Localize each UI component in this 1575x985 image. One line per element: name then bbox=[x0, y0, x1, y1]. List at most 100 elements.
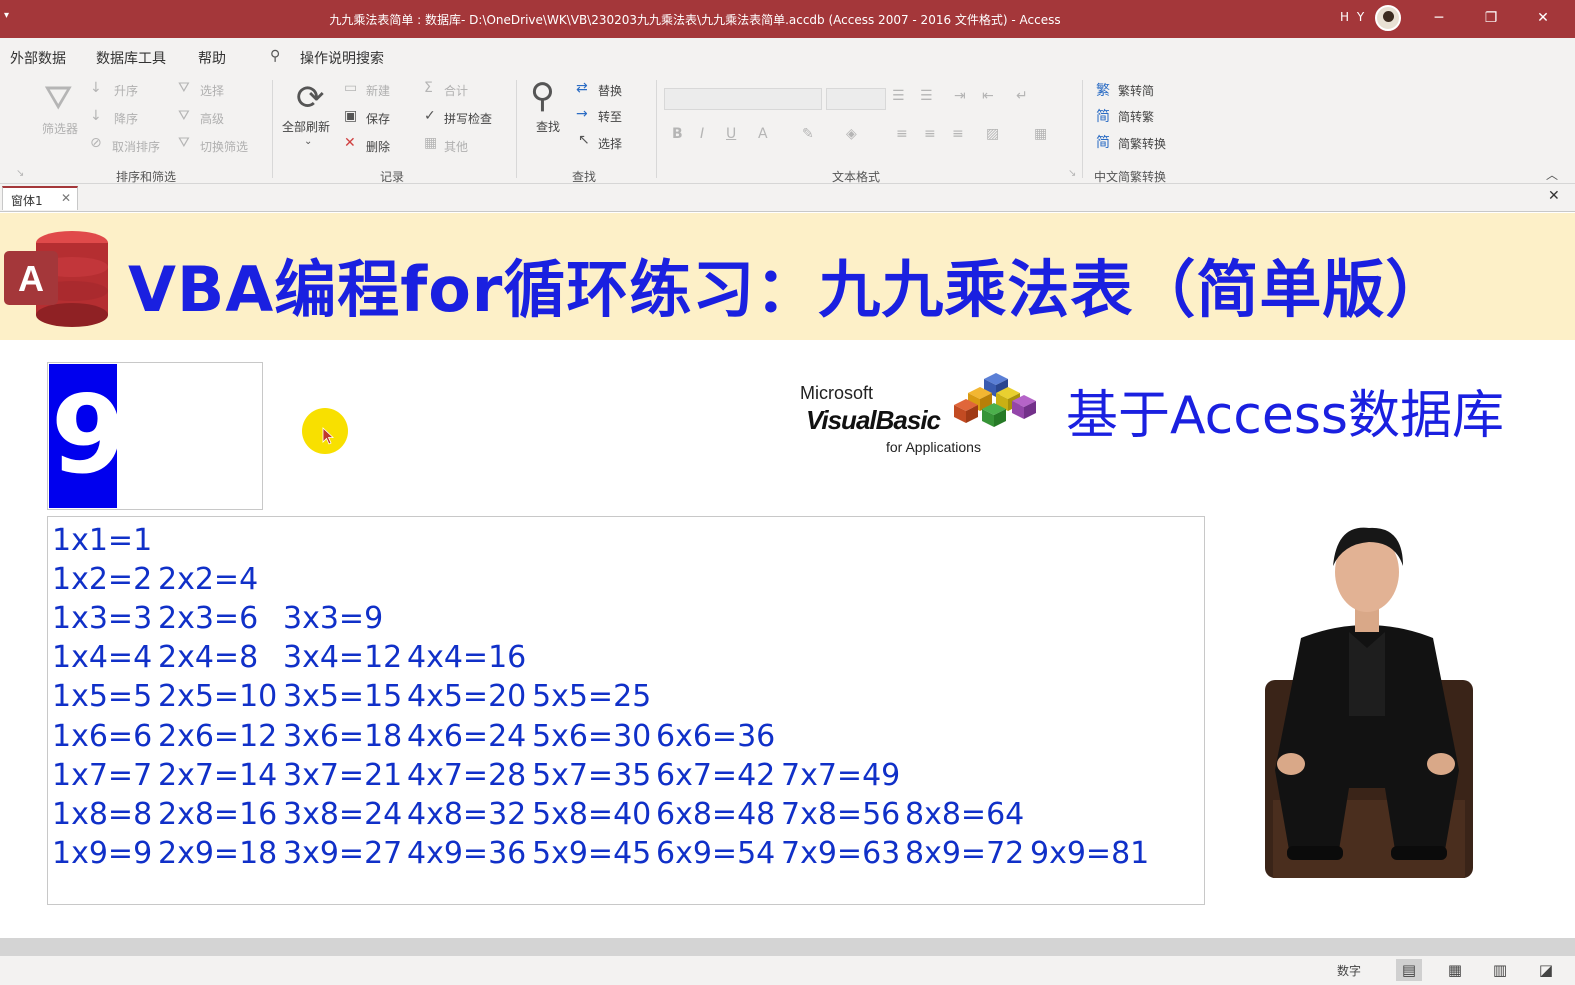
new-record-button[interactable]: 新建 bbox=[366, 82, 390, 99]
group-label-text-format: 文本格式 bbox=[832, 170, 881, 184]
avatar[interactable] bbox=[1375, 5, 1401, 31]
table-cell: 8x8=64 bbox=[905, 796, 1025, 832]
table-cell: 2x6=12 bbox=[158, 718, 278, 754]
menu-database-tools[interactable]: 数据库工具 bbox=[96, 48, 166, 68]
totals-icon: Σ bbox=[424, 80, 433, 96]
goto-icon: → bbox=[576, 106, 588, 122]
italic-icon[interactable]: I bbox=[700, 126, 704, 142]
spelling-icon: ✓ bbox=[424, 108, 436, 124]
align-left-icon[interactable]: ≡ bbox=[896, 126, 908, 142]
font-name-combo[interactable] bbox=[664, 88, 822, 110]
restore-button[interactable]: ❐ bbox=[1476, 6, 1506, 30]
design-view-icon[interactable]: ◪ bbox=[1533, 959, 1559, 981]
selection-filter-button[interactable]: 选择 bbox=[200, 82, 224, 99]
alt-row-color-icon[interactable]: ▨ bbox=[986, 126, 999, 142]
spelling-button[interactable]: 拼写检查 bbox=[444, 110, 492, 127]
table-cell: 6x8=48 bbox=[656, 796, 776, 832]
table-cell: 4x7=28 bbox=[407, 757, 527, 793]
filter-icon[interactable]: ⛛ bbox=[44, 78, 73, 118]
tell-me-search[interactable]: 操作说明搜索 bbox=[300, 48, 384, 68]
sort-asc-icon: ↓ bbox=[90, 80, 102, 96]
font-color-icon[interactable]: A bbox=[758, 126, 768, 142]
menu-help[interactable]: 帮助 bbox=[198, 48, 226, 68]
dialog-launcher-icon[interactable]: ↘ bbox=[1068, 168, 1076, 179]
table-cell: 6x9=54 bbox=[656, 835, 776, 871]
form-view-icon[interactable]: ▤ bbox=[1396, 959, 1422, 981]
table-cell: 1x9=9 bbox=[52, 835, 153, 871]
layout-view-icon[interactable]: ▥ bbox=[1487, 959, 1513, 981]
table-cell: 1x2=2 bbox=[52, 562, 153, 598]
rtl-icon[interactable]: ↵ bbox=[1016, 88, 1028, 104]
datasheet-view-icon[interactable]: ▦ bbox=[1442, 959, 1468, 981]
table-cell: 1x6=6 bbox=[52, 718, 153, 754]
table-cell: 5x6=30 bbox=[532, 718, 652, 754]
tab-label: 窗体1 bbox=[11, 194, 43, 208]
find-icon[interactable]: ⚲ bbox=[530, 76, 555, 116]
based-on-access-label: 基于Access数据库 bbox=[1066, 386, 1505, 446]
menu-external-data[interactable]: 外部数据 bbox=[10, 48, 66, 68]
sort-descending-button[interactable]: 降序 bbox=[114, 110, 138, 127]
align-center-icon[interactable]: ≡ bbox=[924, 126, 936, 142]
table-cell: 7x9=63 bbox=[781, 835, 901, 871]
align-right-icon[interactable]: ≡ bbox=[952, 126, 964, 142]
toggle-filter-button[interactable]: 切换筛选 bbox=[200, 138, 248, 155]
dialog-launcher-icon[interactable]: ↘ bbox=[16, 168, 24, 179]
multiplication-table-textbox[interactable]: 1x1=1 1x2=2 2x2=4 1x3=3 2x3=6 3x3=9 1x4=4 2x4=8… bbox=[47, 516, 1205, 905]
gridlines-icon[interactable]: ▦ bbox=[1034, 126, 1047, 142]
advanced-filter-icon: ⛛ bbox=[178, 108, 190, 124]
chinese-convert-button[interactable]: 简繁转换 bbox=[1118, 135, 1166, 152]
access-logo-icon: A bbox=[4, 231, 108, 327]
ribbon-separator bbox=[272, 80, 273, 178]
sort-ascending-button[interactable]: 升序 bbox=[114, 82, 138, 99]
close-document-button[interactable]: ✕ bbox=[1548, 188, 1560, 204]
table-cell: 1x5=5 bbox=[52, 679, 153, 715]
search-icon[interactable]: ⚲ bbox=[270, 48, 280, 64]
collapse-ribbon-icon[interactable]: ︿ bbox=[1546, 166, 1558, 183]
refresh-all-button[interactable]: 全部刷新 bbox=[282, 118, 330, 135]
toggle-filter-icon: ⛛ bbox=[178, 135, 190, 151]
refresh-all-icon[interactable]: ⟳ bbox=[296, 78, 325, 118]
sort-desc-icon: ↓ bbox=[90, 108, 102, 124]
minimize-button[interactable]: ─ bbox=[1424, 6, 1454, 30]
fill-color-icon[interactable]: ◈ bbox=[846, 126, 857, 142]
save-record-button[interactable]: 保存 bbox=[366, 110, 390, 127]
bullets-icon[interactable]: ☰ bbox=[892, 88, 905, 104]
totals-button[interactable]: 合计 bbox=[444, 82, 468, 99]
find-button[interactable]: 查找 bbox=[536, 118, 560, 135]
status-bar: 数字 ▤ ▦ ▥ ◪ bbox=[0, 956, 1575, 985]
table-cell: 9x9=81 bbox=[1030, 835, 1150, 871]
highlight-icon[interactable]: ✎ bbox=[802, 126, 814, 142]
group-label-find: 查找 bbox=[572, 170, 597, 184]
table-cell: 1x8=8 bbox=[52, 796, 153, 832]
goto-button[interactable]: 转至 bbox=[598, 108, 622, 125]
traditional-to-simplified-button[interactable]: 繁转简 bbox=[1118, 82, 1154, 99]
replace-button[interactable]: 替换 bbox=[598, 82, 622, 99]
remove-sort-icon: ⊘ bbox=[90, 135, 102, 151]
underline-icon[interactable]: U bbox=[726, 126, 736, 142]
close-icon[interactable]: ✕ bbox=[61, 191, 71, 205]
filter-button[interactable]: 筛选器 bbox=[42, 120, 78, 137]
numbering-icon[interactable]: ☰ bbox=[920, 88, 933, 104]
delete-icon: ✕ bbox=[344, 135, 356, 151]
delete-record-button[interactable]: 删除 bbox=[366, 138, 390, 155]
bold-icon[interactable]: B bbox=[672, 126, 683, 142]
new-record-icon: ▭ bbox=[344, 80, 358, 96]
group-label-records: 记录 bbox=[380, 170, 405, 184]
outdent-icon[interactable]: ⇤ bbox=[982, 88, 994, 104]
indent-icon[interactable]: ⇥ bbox=[954, 88, 966, 104]
user-initials[interactable]: H Y bbox=[1340, 10, 1366, 24]
advanced-filter-button[interactable]: 高级 bbox=[200, 110, 224, 127]
group-label-chinese: 中文简繁转换 bbox=[1094, 170, 1167, 184]
select-button[interactable]: 选择 bbox=[598, 135, 622, 152]
ribbon-separator bbox=[656, 80, 657, 178]
close-window-button[interactable]: ✕ bbox=[1528, 6, 1558, 30]
remove-sort-button[interactable]: 取消排序 bbox=[112, 138, 160, 155]
horizontal-scrollbar[interactable] bbox=[0, 938, 1575, 956]
simplified-to-traditional-button[interactable]: 简转繁 bbox=[1118, 108, 1154, 125]
number-textbox[interactable]: 9 bbox=[47, 362, 263, 510]
tab-form1[interactable]: 窗体1 ✕ bbox=[2, 186, 78, 210]
font-size-combo[interactable] bbox=[826, 88, 886, 110]
table-cell: 3x6=18 bbox=[283, 718, 403, 754]
more-button[interactable]: 其他 bbox=[444, 138, 468, 155]
chevron-down-icon[interactable]: ⌄ bbox=[304, 136, 312, 147]
